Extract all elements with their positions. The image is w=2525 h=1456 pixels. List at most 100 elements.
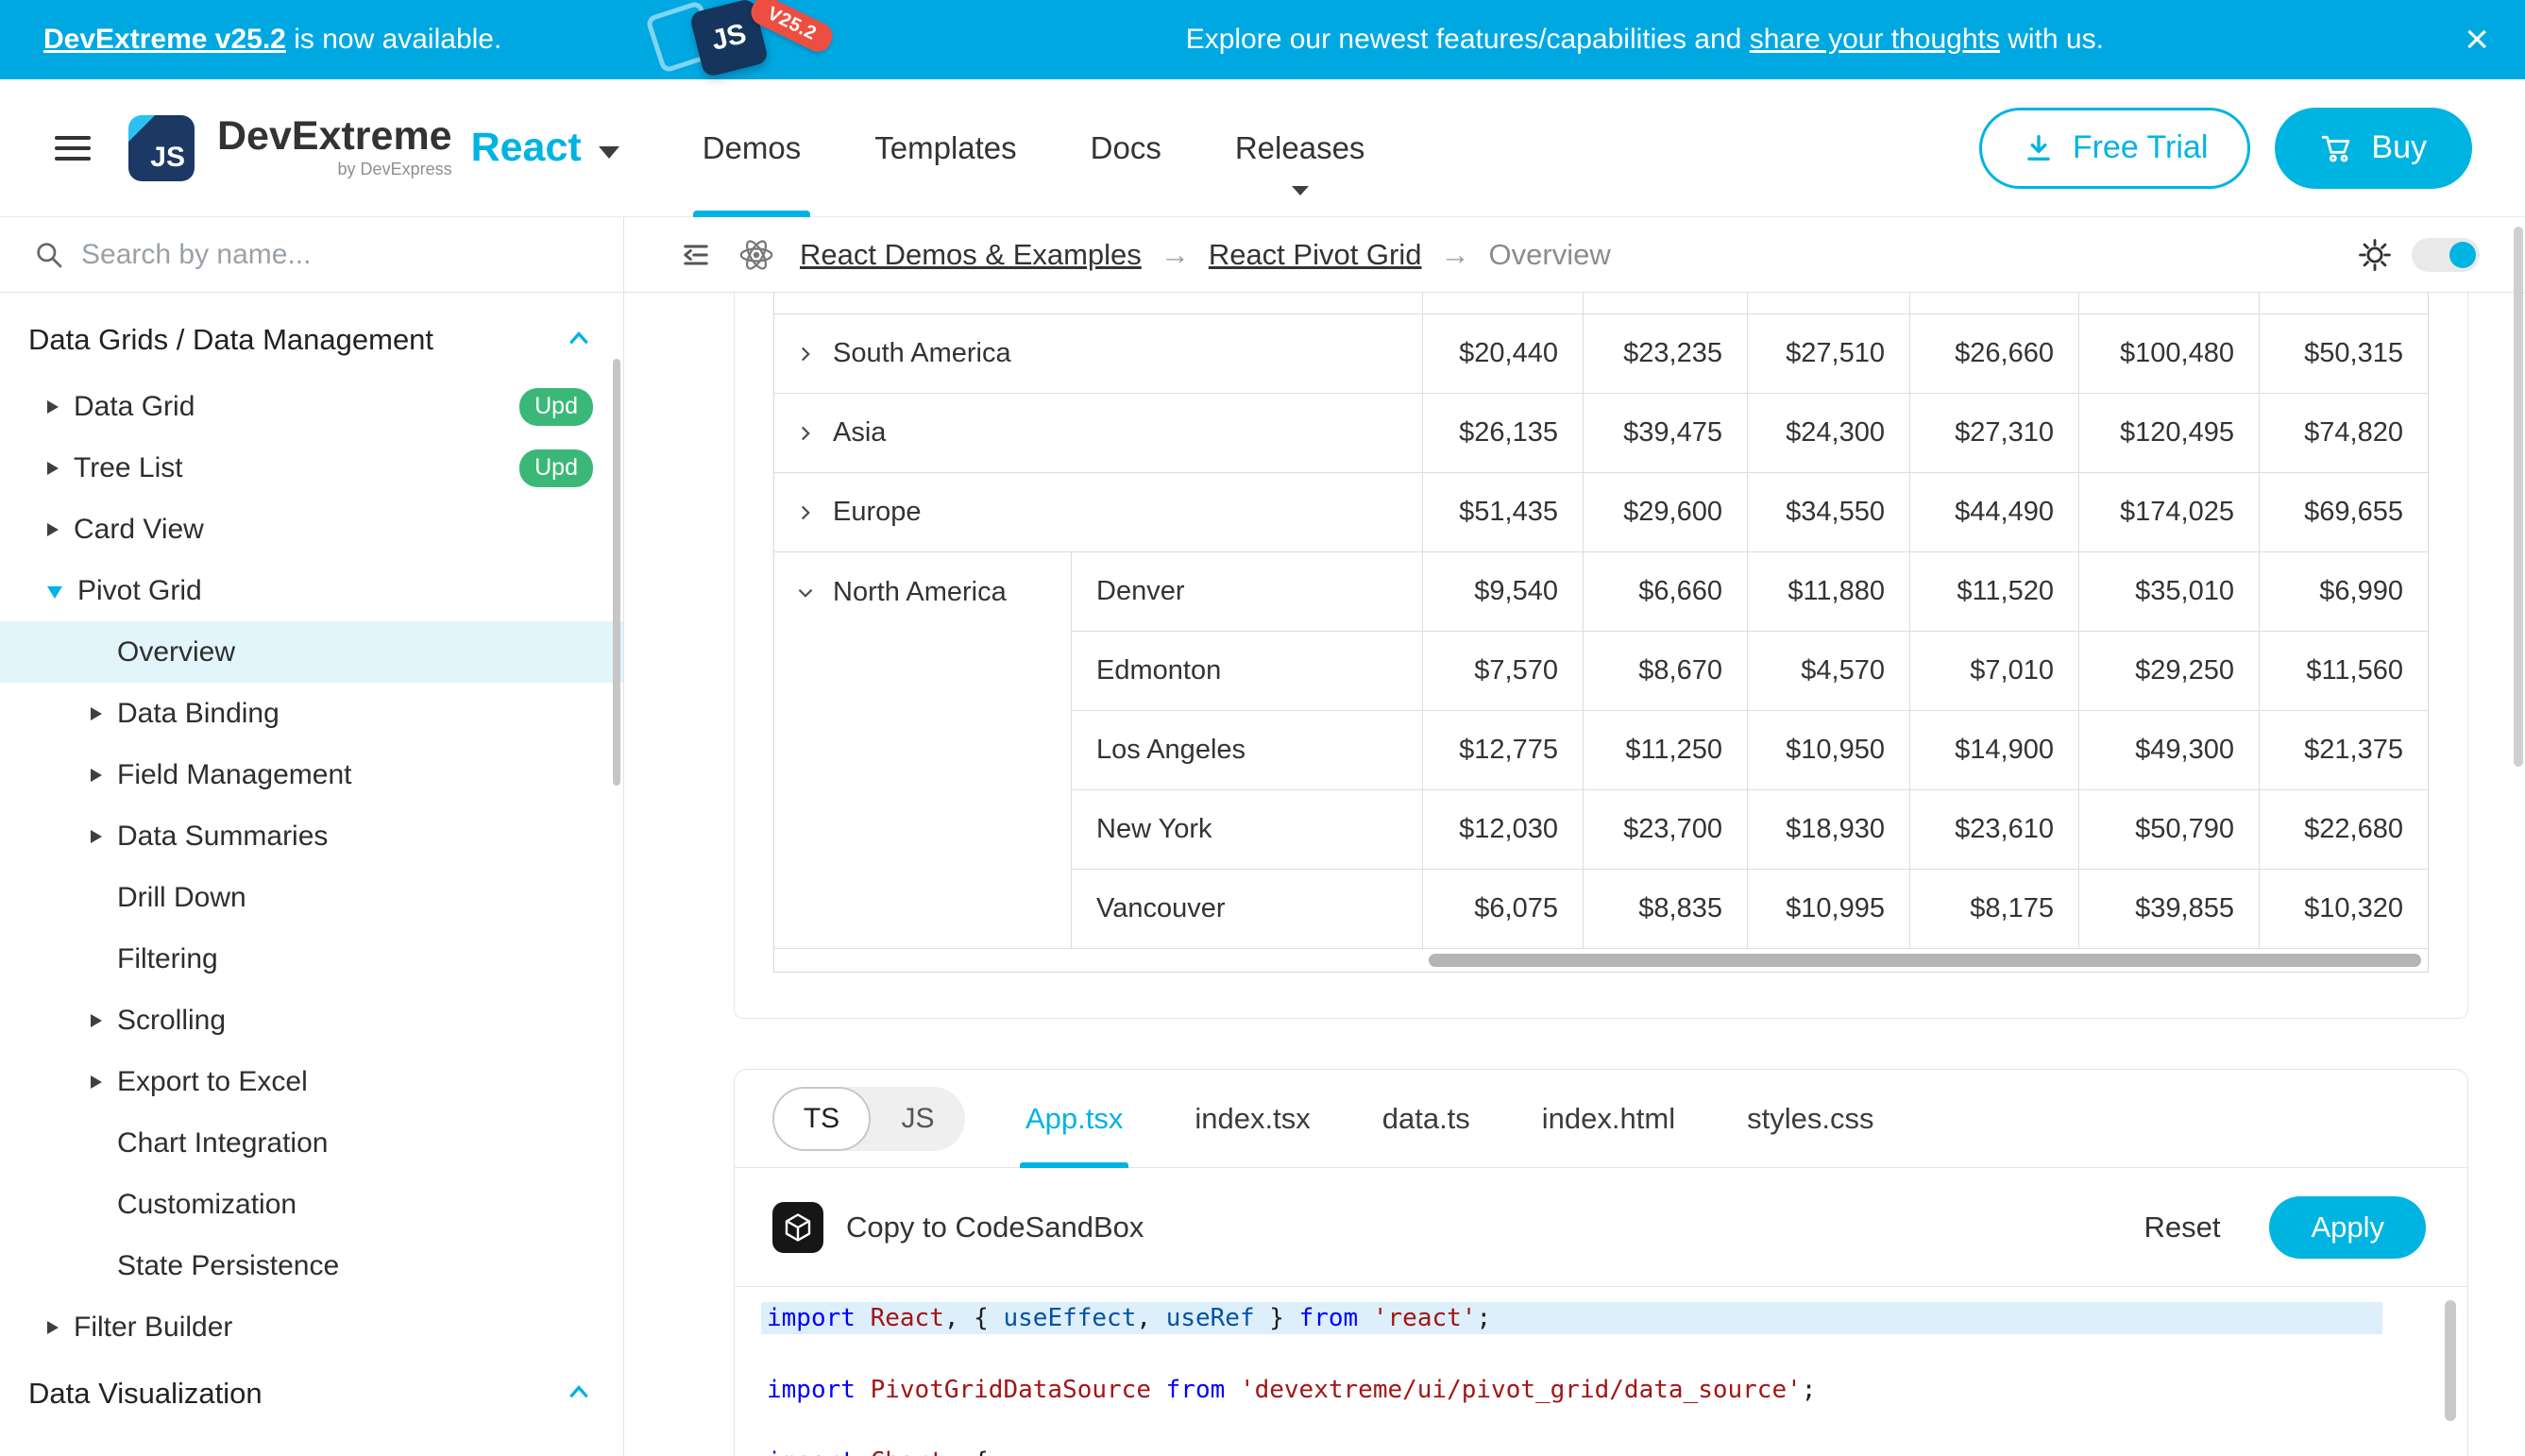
hamburger-menu-icon[interactable] — [55, 136, 91, 161]
breadcrumb-item-react-demos-examples[interactable]: React Demos & Examples — [800, 238, 1142, 272]
region-label: North America — [833, 577, 1007, 608]
breadcrumb-separator: → — [1161, 238, 1190, 272]
sidebar-item-overview[interactable]: Overview — [0, 621, 623, 683]
pivot-value-cell: $74,820 — [2260, 394, 2428, 473]
sidebar-scrollbar[interactable] — [613, 359, 620, 786]
language-toggle[interactable]: TSJS — [772, 1087, 965, 1151]
sidebar-item-data-summaries[interactable]: Data Summaries — [0, 805, 623, 867]
sidebar-item-card-view[interactable]: Card View — [0, 499, 623, 560]
collapse-node-icon[interactable] — [47, 586, 62, 599]
pivot-value-cell: $10,320 — [2260, 870, 2428, 949]
pivot-value-cell: $11,880 — [1748, 552, 1910, 632]
expand-node-icon[interactable] — [47, 400, 59, 414]
sidebar-item-scrolling[interactable]: Scrolling — [0, 990, 623, 1051]
pivot-region-cell-asia[interactable]: Asia — [774, 394, 1423, 473]
sidebar-item-customization[interactable]: Customization — [0, 1174, 623, 1235]
brand-block[interactable]: DevExtreme by DevExpress — [217, 116, 452, 179]
codesandbox-icon[interactable] — [772, 1202, 823, 1253]
pivot-row-partial — [774, 293, 2428, 314]
buy-button[interactable]: Buy — [2275, 108, 2472, 189]
sidebar-item-pivot-grid[interactable]: Pivot Grid — [0, 560, 623, 621]
tab-index-tsx[interactable]: index.tsx — [1195, 1070, 1310, 1167]
search-icon — [34, 240, 64, 270]
expand-node-icon[interactable] — [47, 1321, 59, 1334]
collapse-row-icon[interactable] — [793, 581, 818, 605]
language-option-ts[interactable]: TS — [772, 1087, 871, 1151]
sidebar-item-label: Data Binding — [117, 698, 280, 730]
tab-styles-css[interactable]: styles.css — [1747, 1070, 1873, 1167]
sidebar-item-label: Scrolling — [117, 1005, 226, 1037]
sidebar-item-export-to-excel[interactable]: Export to Excel — [0, 1051, 623, 1112]
expand-row-icon[interactable] — [793, 500, 818, 525]
sidebar-item-drill-down[interactable]: Drill Down — [0, 867, 623, 928]
close-banner-button[interactable]: × — [2429, 19, 2525, 60]
demo-area: South America$20,440$23,235$27,510$26,66… — [734, 293, 2468, 1019]
pivot-grid-table: South America$20,440$23,235$27,510$26,66… — [774, 293, 2428, 949]
expand-node-icon[interactable] — [91, 1014, 102, 1027]
expand-node-icon[interactable] — [91, 769, 102, 782]
tab-data-ts[interactable]: data.ts — [1382, 1070, 1470, 1167]
expand-node-icon[interactable] — [91, 1075, 102, 1089]
language-option-js[interactable]: JS — [871, 1087, 965, 1151]
region-label: Asia — [833, 417, 886, 449]
tab-app-tsx[interactable]: App.tsx — [1025, 1070, 1123, 1167]
sidebar-item-state-persistence[interactable]: State Persistence — [0, 1235, 623, 1296]
reset-button[interactable]: Reset — [2144, 1211, 2220, 1244]
app-body: Data Grids / Data ManagementData GridUpd… — [0, 217, 2525, 1456]
sidebar-section-label: Data Visualization — [28, 1377, 263, 1411]
code-scrollbar[interactable] — [2445, 1300, 2456, 1421]
nav-demos[interactable]: Demos — [703, 79, 802, 216]
expand-row-icon[interactable] — [793, 342, 818, 366]
expand-row-icon[interactable] — [793, 421, 818, 446]
nav-releases[interactable]: Releases — [1235, 79, 1365, 216]
search-bar[interactable] — [0, 217, 623, 293]
free-trial-button[interactable]: Free Trial — [1979, 108, 2251, 189]
horizontal-scrollbar[interactable] — [774, 949, 2428, 972]
sidebar-section-data-grids-data-management[interactable]: Data Grids / Data Management — [0, 304, 623, 376]
expand-node-icon[interactable] — [47, 523, 59, 536]
breadcrumb-item-react-pivot-grid[interactable]: React Pivot Grid — [1209, 238, 1422, 272]
pivot-region-cell-south-america[interactable]: South America — [774, 314, 1423, 394]
sidebar-item-filtering[interactable]: Filtering — [0, 928, 623, 990]
pivot-value-cell: $50,790 — [2079, 790, 2260, 870]
copy-to-codesandbox-button[interactable]: Copy to CodeSandBox — [846, 1211, 1144, 1244]
sidebar-item-tree-list[interactable]: Tree ListUpd — [0, 437, 623, 499]
code-tabs-bar: TSJS App.tsx index.tsx data.ts index.html st… — [735, 1070, 2467, 1168]
nav-docs[interactable]: Docs — [1091, 79, 1161, 216]
search-input[interactable] — [81, 239, 595, 271]
pivot-value-cell: $26,660 — [1910, 314, 2079, 394]
expand-node-icon[interactable] — [91, 707, 102, 720]
pivot-value-cell: $20,440 — [1423, 314, 1584, 394]
sidebar-item-field-management[interactable]: Field Management — [0, 744, 623, 805]
theme-toggle[interactable] — [2412, 238, 2480, 272]
sidebar-item-label: Field Management — [117, 759, 351, 791]
pivot-value-cell: $6,660 — [1584, 552, 1748, 632]
pivot-city-cell-vancouver: Vancouver — [1072, 870, 1423, 949]
pivot-row-denver: North AmericaDenver$9,540$6,660$11,880$1… — [774, 552, 2428, 632]
sidebar-item-data-grid[interactable]: Data GridUpd — [0, 376, 623, 437]
share-thoughts-link[interactable]: share your thoughts — [1750, 24, 2000, 55]
tab-index-html[interactable]: index.html — [1542, 1070, 1675, 1167]
pivot-value-cell: $24,300 — [1748, 394, 1910, 473]
page-scrollbar[interactable] — [2514, 227, 2523, 767]
pivot-region-cell-europe[interactable]: Europe — [774, 473, 1423, 552]
collapse-panel-icon[interactable] — [679, 238, 713, 272]
expand-node-icon[interactable] — [47, 462, 59, 475]
sidebar-section-data-visualization[interactable]: Data Visualization — [0, 1358, 623, 1430]
horizontal-scrollbar-thumb[interactable] — [1429, 954, 2421, 967]
devextreme-logo[interactable]: JS — [128, 115, 195, 181]
pivot-region-cell-north-america[interactable]: North America — [774, 552, 1072, 949]
version-link[interactable]: DevExtreme v25.2 — [43, 24, 286, 55]
nav-templates[interactable]: Templates — [874, 79, 1016, 216]
framework-selector[interactable]: React — [471, 125, 619, 171]
sidebar-item-filter-builder[interactable]: Filter Builder — [0, 1296, 623, 1358]
pivot-value-cell: $11,560 — [2260, 632, 2428, 711]
sidebar-item-data-binding[interactable]: Data Binding — [0, 683, 623, 744]
code-editor[interactable]: import React, { useEffect, useRef } from… — [735, 1287, 2467, 1456]
pivot-value-cell: $50,315 — [2260, 314, 2428, 394]
sidebar-item-chart-integration[interactable]: Chart Integration — [0, 1112, 623, 1174]
apply-button[interactable]: Apply — [2269, 1196, 2426, 1259]
framework-label: React — [471, 125, 582, 171]
expand-node-icon[interactable] — [91, 830, 102, 843]
pivot-value-cell: $12,775 — [1423, 711, 1584, 790]
